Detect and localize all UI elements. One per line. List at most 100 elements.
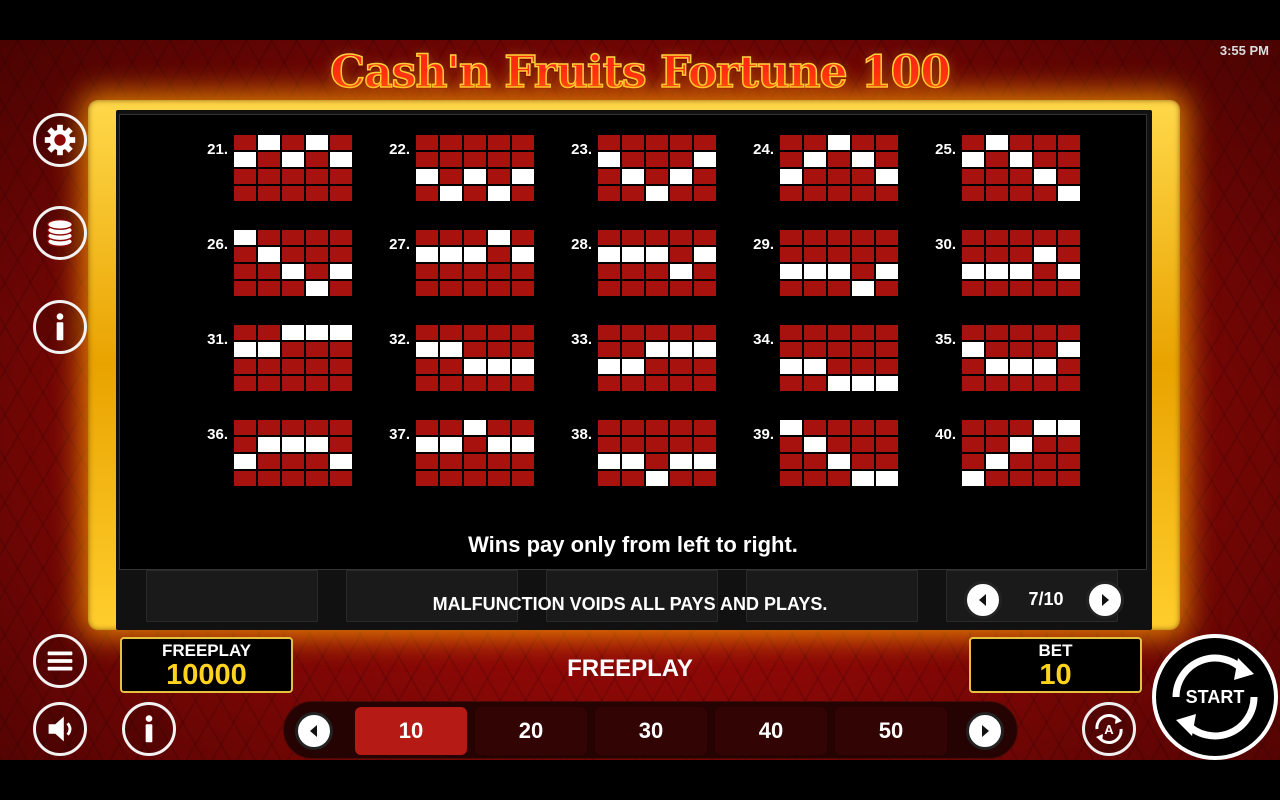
game-info-button[interactable] <box>122 702 176 756</box>
payline-cell-active <box>986 135 1008 150</box>
bet-selector: 10 20 30 40 50 <box>283 701 1018 759</box>
bet-option[interactable]: 40 <box>715 707 827 755</box>
payline-cell <box>694 230 716 245</box>
payline-cell <box>1034 152 1056 167</box>
payline-cell-active <box>828 135 850 150</box>
payline-cell <box>306 152 328 167</box>
sound-button[interactable] <box>33 702 87 756</box>
payline-cell <box>440 420 462 435</box>
game-title: Cash'n Fruits Fortune 100 <box>329 46 951 99</box>
payline-cell <box>330 281 352 296</box>
payline-cell <box>258 230 280 245</box>
bet-meter: BET 10 <box>969 637 1142 693</box>
payline-cell <box>670 420 692 435</box>
payline-cell <box>876 325 898 340</box>
payline-cell-active <box>646 342 668 357</box>
payline-cell-active <box>488 359 510 374</box>
payline-cell <box>1034 471 1056 486</box>
payline-grid <box>234 230 352 296</box>
payline-cell-active <box>804 359 826 374</box>
payline-cell-active <box>488 186 510 201</box>
payline-item: 38. <box>554 420 724 490</box>
payline-cell <box>306 264 328 279</box>
payline-item: 35. <box>918 325 1088 395</box>
coins-button[interactable] <box>33 206 87 260</box>
payline-cell <box>512 152 534 167</box>
payline-cell <box>670 281 692 296</box>
payline-cell <box>258 264 280 279</box>
payline-cell <box>234 420 256 435</box>
bet-next-button[interactable] <box>966 712 1004 750</box>
payline-cell-active <box>852 281 874 296</box>
payline-cell <box>876 281 898 296</box>
payline-cell <box>488 281 510 296</box>
payline-cell-active <box>962 264 984 279</box>
payline-cell-active <box>1034 247 1056 262</box>
payline-cell <box>804 454 826 469</box>
payline-cell <box>876 247 898 262</box>
bet-prev-button[interactable] <box>295 712 333 750</box>
payline-cell <box>780 152 802 167</box>
payline-number: 39. <box>753 426 774 443</box>
payline-cell <box>258 186 280 201</box>
payline-cell <box>234 471 256 486</box>
payline-cell <box>852 264 874 279</box>
payline-cell <box>852 342 874 357</box>
payline-cell <box>828 420 850 435</box>
payline-cell <box>598 325 620 340</box>
payline-cell <box>622 281 644 296</box>
payline-cell <box>598 342 620 357</box>
settings-button[interactable] <box>33 113 87 167</box>
payline-cell <box>282 281 304 296</box>
payline-cell <box>464 135 486 150</box>
start-button[interactable]: START <box>1152 634 1278 760</box>
payline-cell <box>670 325 692 340</box>
balance-meter: FREEPLAY 10000 <box>120 637 293 693</box>
payline-cell <box>962 420 984 435</box>
payline-cell-active <box>694 342 716 357</box>
payline-cell <box>234 359 256 374</box>
payline-cell <box>622 186 644 201</box>
info-button[interactable] <box>33 300 87 354</box>
payline-cell-active <box>234 152 256 167</box>
payline-cell <box>828 152 850 167</box>
payline-cell <box>780 281 802 296</box>
payline-cell-active <box>852 152 874 167</box>
payline-cell-active <box>306 135 328 150</box>
payline-cell-active <box>598 247 620 262</box>
payline-cell <box>306 359 328 374</box>
payline-number: 30. <box>935 236 956 253</box>
next-page-button[interactable] <box>1086 581 1124 619</box>
payline-cell <box>1058 152 1080 167</box>
bet-option[interactable]: 30 <box>595 707 707 755</box>
payline-cell <box>962 230 984 245</box>
payline-cell <box>464 454 486 469</box>
payline-cell-active <box>694 454 716 469</box>
payline-cell <box>330 169 352 184</box>
payline-cell-active <box>1010 264 1032 279</box>
payline-number: 34. <box>753 331 774 348</box>
bet-option[interactable]: 10 <box>355 707 467 755</box>
payline-cell-active <box>876 471 898 486</box>
bet-option[interactable]: 50 <box>835 707 947 755</box>
payline-cell-active <box>852 376 874 391</box>
payline-cell <box>440 152 462 167</box>
payline-cell <box>962 376 984 391</box>
payline-cell <box>512 264 534 279</box>
autoplay-button[interactable]: A <box>1082 702 1136 756</box>
payline-item: 36. <box>190 420 360 490</box>
payline-cell <box>646 230 668 245</box>
menu-button[interactable] <box>33 634 87 688</box>
payline-cell <box>282 135 304 150</box>
payline-cell-active <box>670 169 692 184</box>
payline-cell <box>852 420 874 435</box>
payline-cell <box>852 454 874 469</box>
payline-cell <box>622 230 644 245</box>
payline-cell <box>670 376 692 391</box>
bet-option[interactable]: 20 <box>475 707 587 755</box>
payline-cell-active <box>234 342 256 357</box>
payline-cell-active <box>780 264 802 279</box>
payline-cell <box>646 437 668 452</box>
payline-number: 31. <box>207 331 228 348</box>
prev-page-button[interactable] <box>964 581 1002 619</box>
